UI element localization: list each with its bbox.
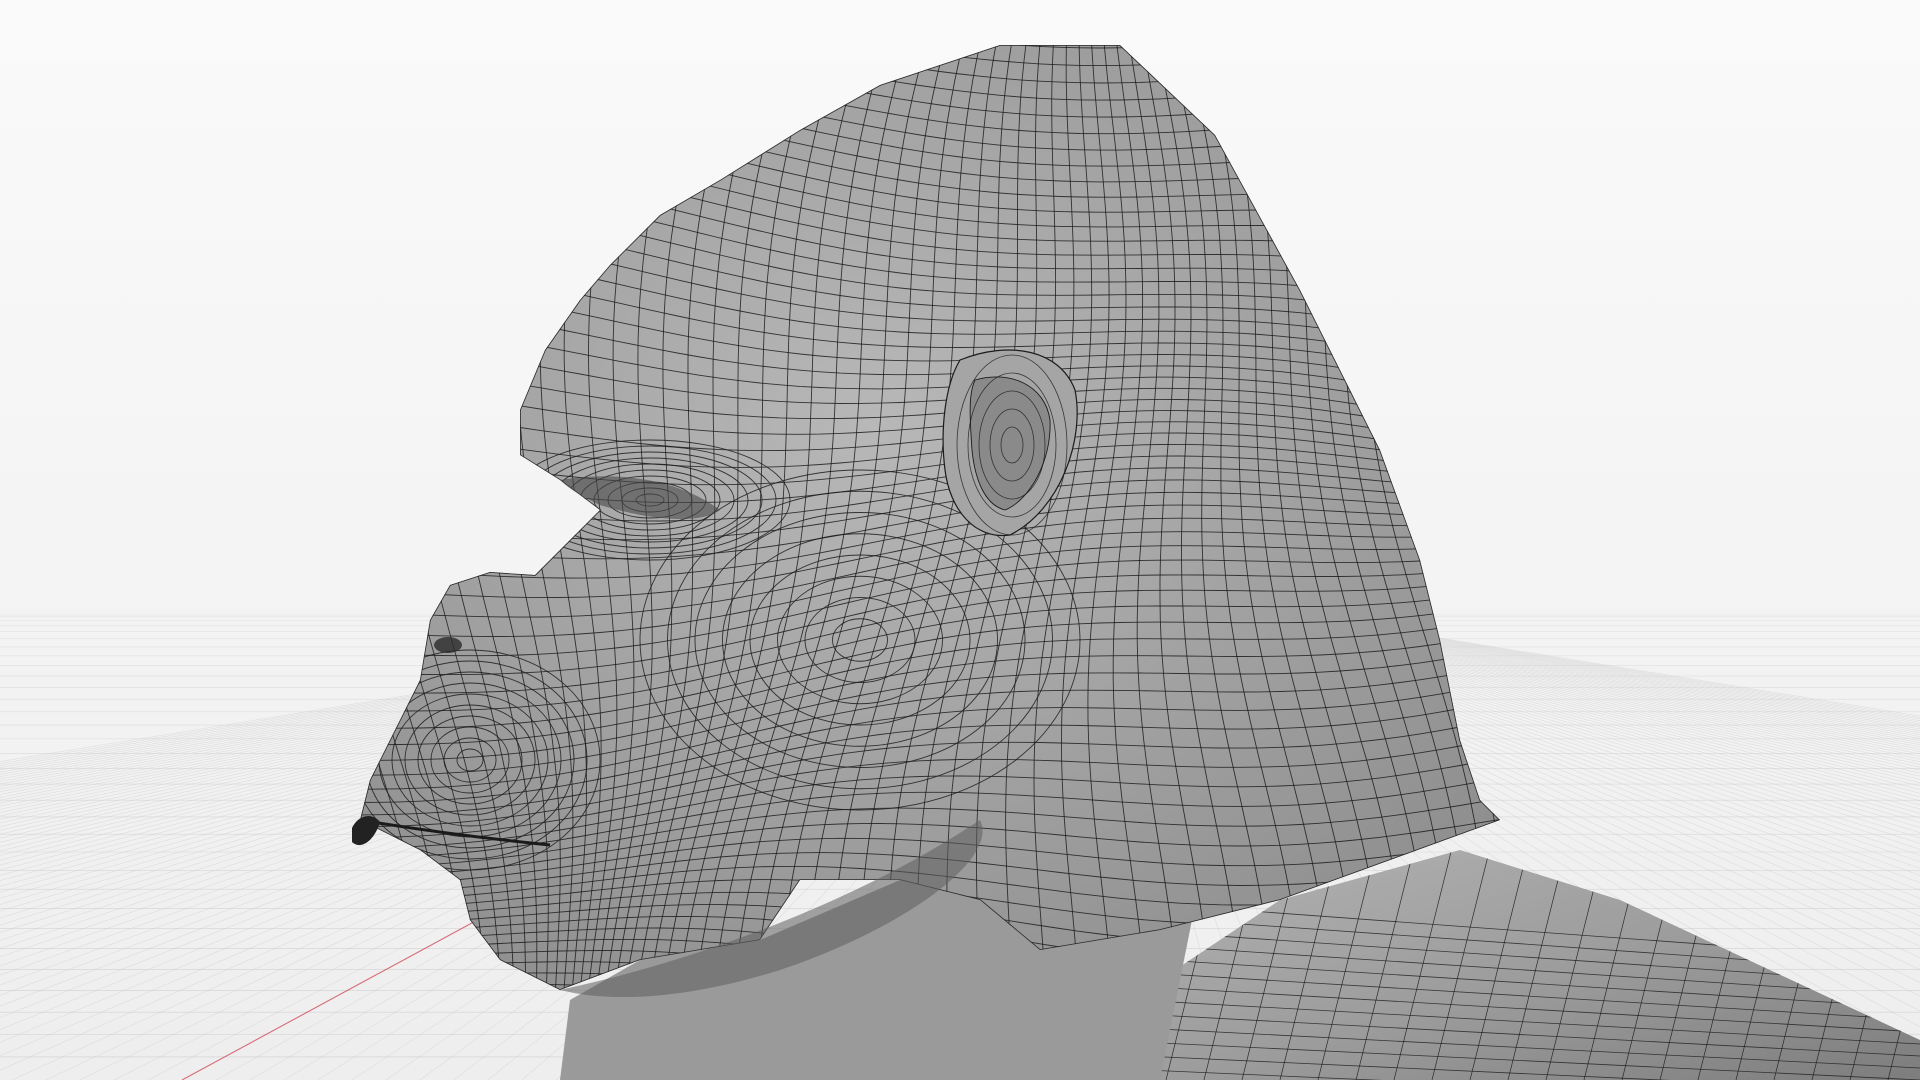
gorilla-head-mesh[interactable]: [0, 0, 1920, 1080]
lip-tip: [352, 816, 380, 846]
3d-viewport[interactable]: [0, 0, 1920, 1080]
nostril: [434, 637, 462, 653]
